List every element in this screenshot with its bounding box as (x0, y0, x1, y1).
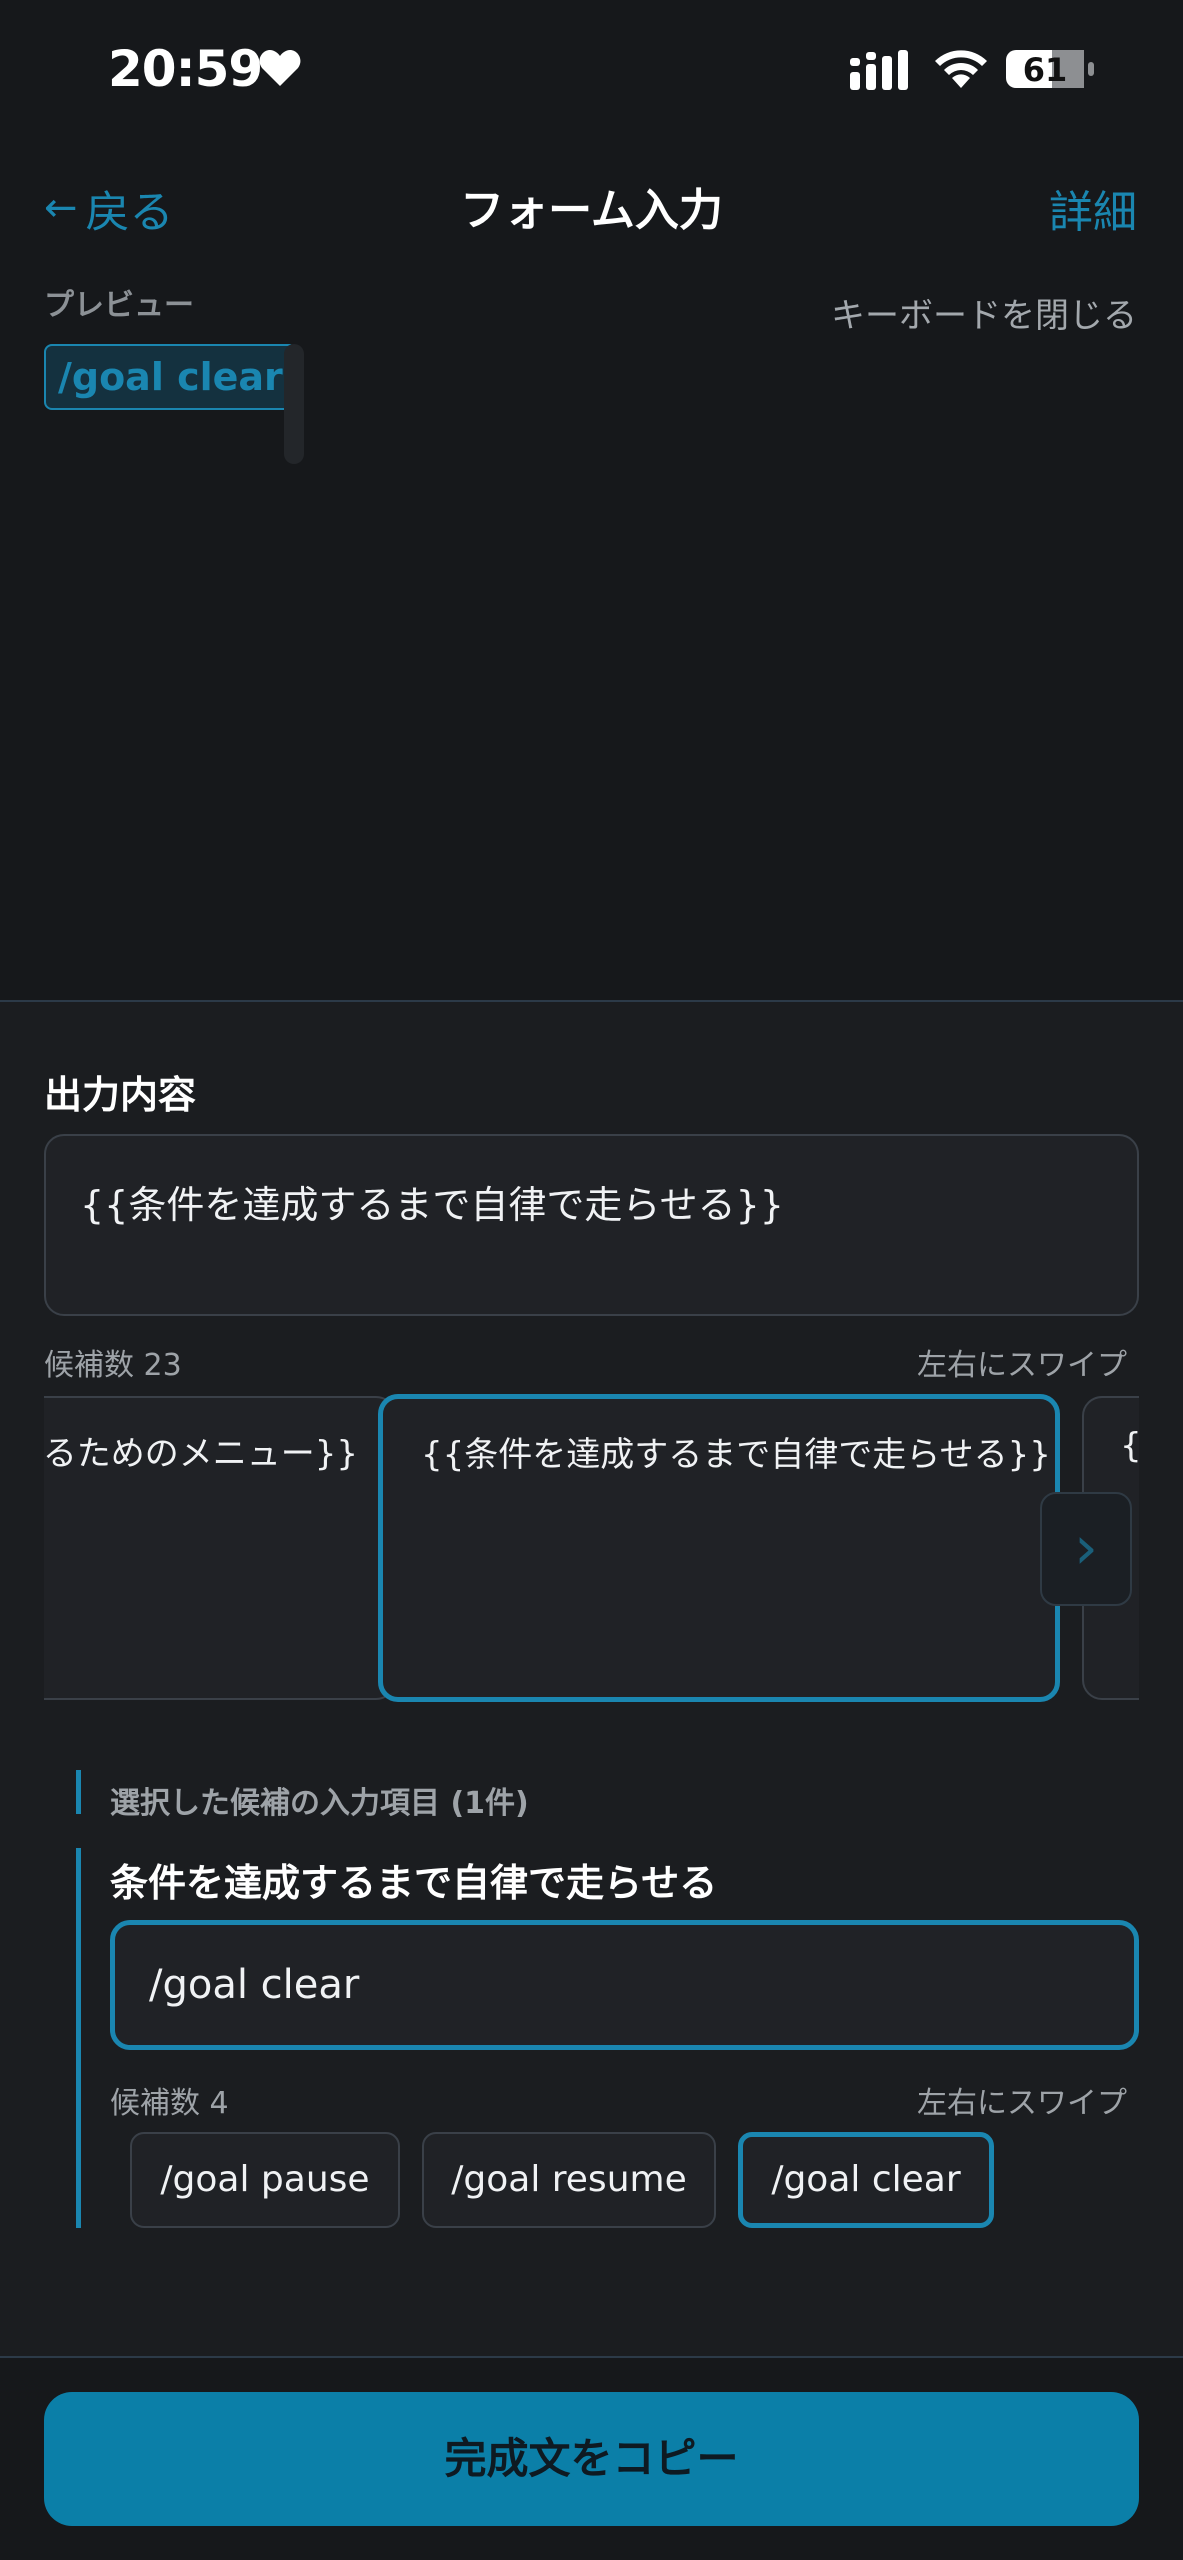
field-title: 条件を達成するまで自律で走らせる (110, 1861, 718, 1905)
option-count: 候補数 4 (110, 2086, 229, 2121)
swipe-hint: 左右にスワイプ (917, 2086, 1127, 2121)
section-accent-bar (76, 1770, 81, 1814)
preview-label: プレビュー (44, 288, 194, 323)
output-title: 出力内容 (44, 1073, 197, 1117)
preview-chip[interactable]: /goal clear (44, 344, 297, 410)
option-pill-selected[interactable]: /goal clear (738, 2132, 994, 2228)
candidate-count: 候補数 23 (44, 1348, 182, 1383)
option-pill[interactable]: /goal resume (422, 2132, 716, 2228)
detail-button[interactable]: 詳細 (1049, 176, 1137, 240)
close-keyboard-button[interactable]: キーボードを閉じる (831, 288, 1137, 337)
status-time: 20:59 (108, 40, 263, 98)
field-input[interactable]: /goal clear (110, 1920, 1139, 2050)
preview-scrollbar[interactable] (284, 344, 304, 464)
copy-button[interactable]: 完成文をコピー (44, 2392, 1139, 2526)
wifi-icon (935, 50, 987, 88)
candidate-card[interactable]: {{…するためのメニュー}} (44, 1396, 396, 1700)
candidate-carousel[interactable]: {{…するためのメニュー}} {{条件を達成するまで自律で走らせる}} {{ (44, 1394, 1139, 1704)
page-title: フォーム入力 (460, 185, 723, 236)
chevron-right-icon[interactable]: › (1040, 1492, 1132, 1606)
signal-icon (850, 50, 908, 90)
battery-level: 61 (1022, 51, 1068, 89)
divider (0, 2356, 1183, 2358)
option-pill[interactable]: /goal pause (130, 2132, 400, 2228)
heart-icon (259, 50, 301, 86)
section-accent-bar (76, 1848, 81, 2228)
selected-items-label: 選択した候補の入力項目 (1件) (110, 1786, 529, 1821)
candidate-card-selected[interactable]: {{条件を達成するまで自律で走らせる}} (378, 1394, 1060, 1702)
battery-icon: 61 (1006, 48, 1096, 90)
swipe-hint: 左右にスワイプ (917, 1348, 1127, 1383)
output-field[interactable]: {{条件を達成するまで自律で走らせる}} (44, 1134, 1139, 1316)
